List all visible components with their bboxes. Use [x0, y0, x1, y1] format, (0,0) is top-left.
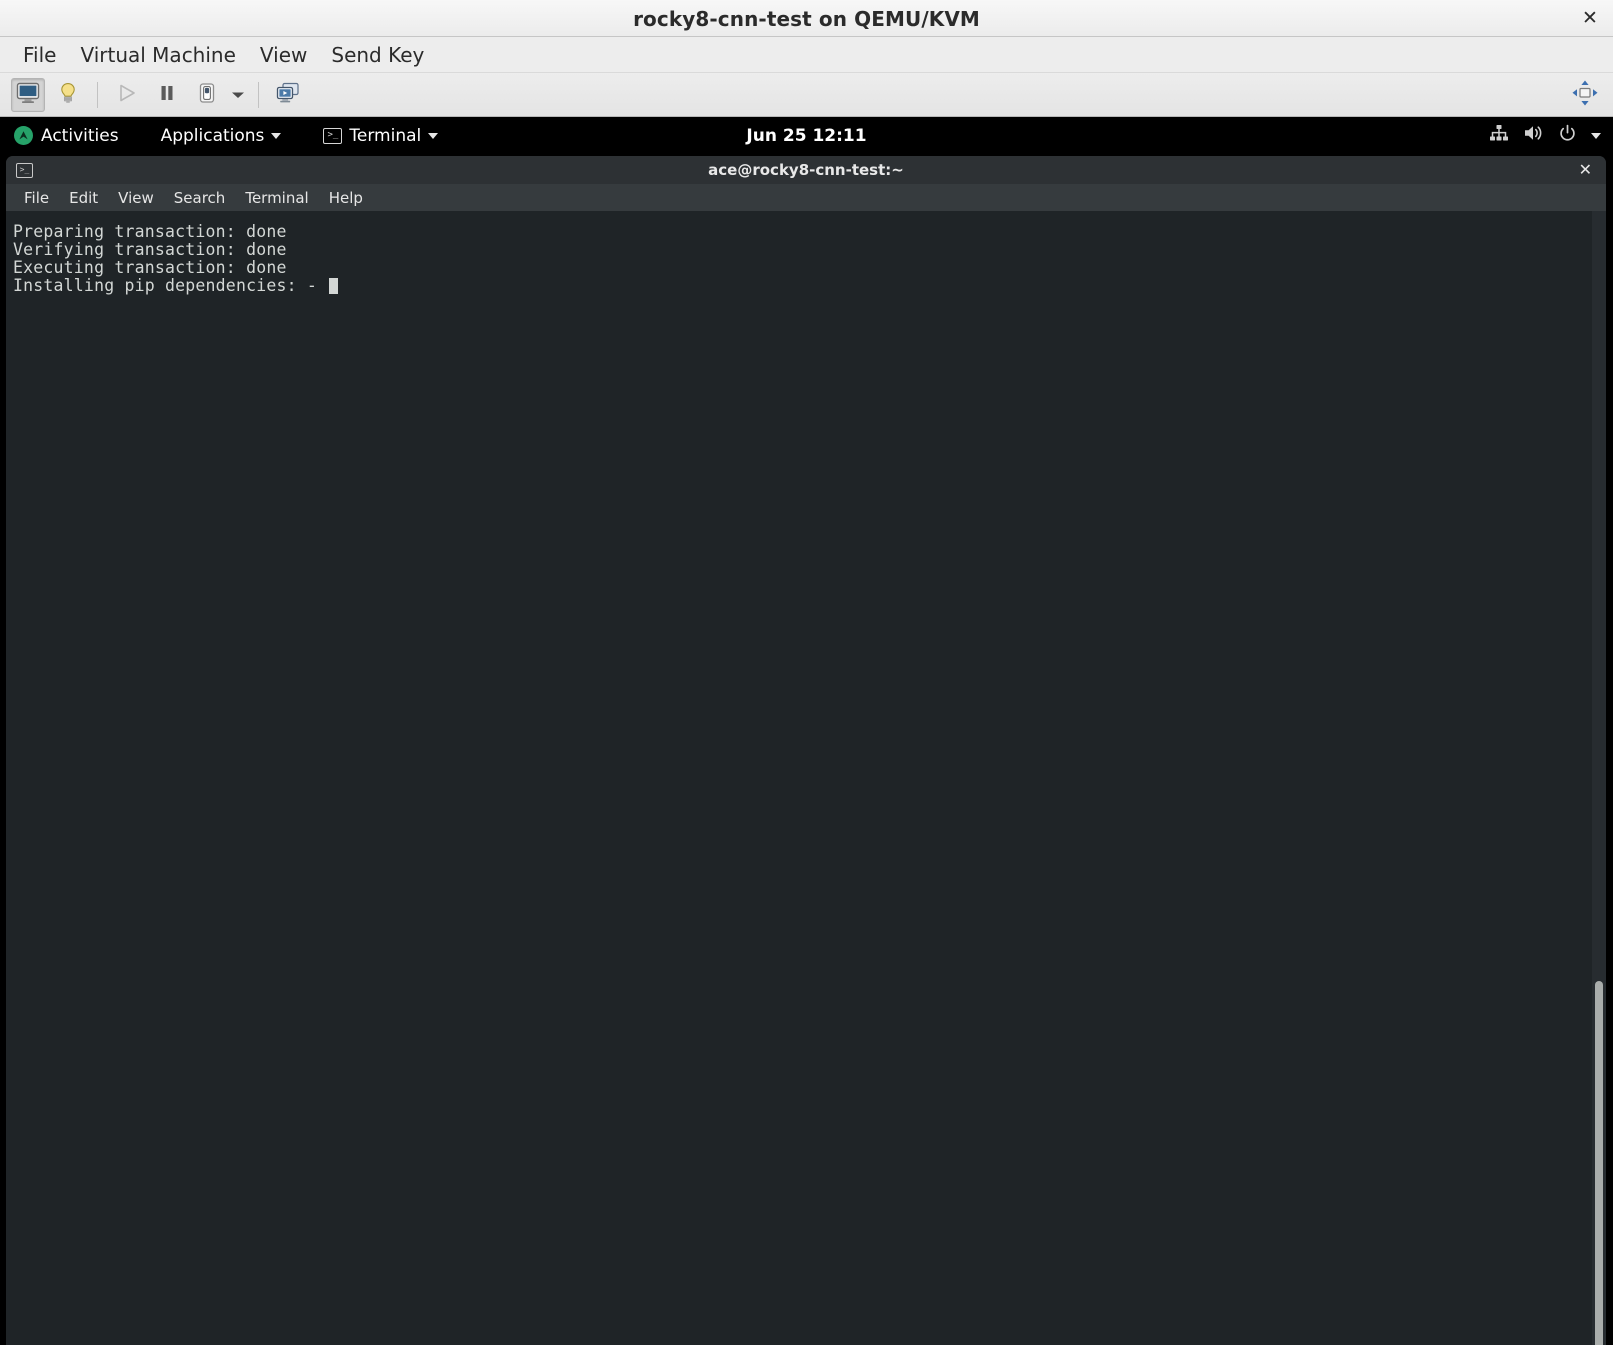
monitor-icon	[16, 82, 40, 108]
power-icon	[1558, 124, 1577, 148]
terminal-icon: >_	[16, 162, 33, 178]
snapshots-button[interactable]	[271, 78, 305, 112]
terminal-cursor	[329, 278, 339, 294]
shutdown-button[interactable]	[190, 78, 224, 112]
terminal-close-button[interactable]: ✕	[1579, 162, 1592, 178]
terminal-menu-file[interactable]: File	[14, 186, 59, 210]
window-close-button[interactable]: ✕	[1577, 5, 1603, 31]
activities-button[interactable]: Activities	[0, 118, 131, 153]
terminal-title: ace@rocky8-cnn-test:~	[708, 161, 904, 179]
gnome-top-bar: Activities Applications >_ Terminal Jun …	[0, 118, 1613, 153]
system-status-area[interactable]	[1489, 118, 1601, 153]
toolbar	[0, 73, 1613, 117]
snapshots-icon	[276, 82, 300, 108]
network-wired-icon	[1489, 124, 1509, 147]
fullscreen-button[interactable]	[1568, 78, 1602, 112]
chevron-down-icon	[231, 85, 245, 104]
menu-send-key[interactable]: Send Key	[319, 41, 436, 69]
terminal-output-line: Executing transaction: done	[13, 258, 287, 277]
play-icon	[116, 82, 138, 108]
volume-icon	[1523, 124, 1544, 147]
menu-view[interactable]: View	[248, 41, 319, 69]
menu-virtual-machine[interactable]: Virtual Machine	[68, 41, 247, 69]
menu-file[interactable]: File	[11, 41, 68, 69]
terminal-menu-help[interactable]: Help	[319, 186, 373, 210]
terminal-menu-search[interactable]: Search	[164, 186, 236, 210]
app-menu-label: Terminal	[349, 125, 422, 146]
run-button[interactable]	[110, 78, 144, 112]
terminal-scrollbar[interactable]	[1592, 211, 1606, 1345]
terminal-titlebar: >_ ace@rocky8-cnn-test:~ ✕	[6, 156, 1606, 184]
virt-manager-window: rocky8-cnn-test on QEMU/KVM ✕ File Virtu…	[0, 0, 1613, 1345]
terminal-current-line-text: Installing pip dependencies: -	[13, 276, 328, 295]
toolbar-separator-2	[258, 81, 259, 108]
pause-button[interactable]	[150, 78, 184, 112]
toolbar-separator	[97, 81, 98, 108]
terminal-icon: >_	[323, 127, 343, 144]
menubar: File Virtual Machine View Send Key	[0, 37, 1613, 73]
chevron-down-icon	[271, 132, 282, 139]
window-title: rocky8-cnn-test on QEMU/KVM	[633, 7, 980, 31]
applications-menu[interactable]: Applications	[149, 118, 294, 153]
window-titlebar: rocky8-cnn-test on QEMU/KVM ✕	[0, 0, 1613, 37]
terminal-current-line: Installing pip dependencies: -	[13, 277, 1606, 295]
applications-menu-label: Applications	[160, 125, 265, 146]
app-menu-terminal[interactable]: >_ Terminal	[311, 118, 450, 153]
terminal-window: >_ ace@rocky8-cnn-test:~ ✕ File Edit Vie…	[6, 156, 1606, 1345]
chevron-down-icon[interactable]	[1591, 132, 1601, 139]
lightbulb-icon	[57, 82, 79, 108]
show-graphical-console-button[interactable]	[11, 77, 45, 112]
terminal-output-line: Verifying transaction: done	[13, 240, 287, 259]
terminal-menubar: File Edit View Search Terminal Help	[6, 184, 1606, 211]
power-switch-icon	[196, 82, 218, 108]
terminal-output-line: Preparing transaction: done	[13, 222, 287, 241]
terminal-scrollbar-thumb[interactable]	[1595, 981, 1603, 1345]
terminal-menu-edit[interactable]: Edit	[59, 186, 108, 210]
activities-label: Activities	[41, 125, 119, 146]
pause-icon	[156, 82, 178, 108]
shutdown-dropdown-button[interactable]	[227, 78, 249, 112]
terminal-menu-view[interactable]: View	[108, 186, 164, 210]
terminal-menu-terminal[interactable]: Terminal	[235, 186, 318, 210]
terminal-output-area[interactable]: Preparing transaction: done Verifying tr…	[6, 211, 1606, 1345]
show-virtual-hardware-details-button[interactable]	[51, 78, 85, 112]
resize-arrows-icon	[1571, 79, 1599, 111]
gnome-logo-icon	[14, 126, 33, 145]
chevron-down-icon	[428, 132, 439, 139]
guest-display[interactable]: Activities Applications >_ Terminal Jun …	[0, 118, 1613, 1345]
